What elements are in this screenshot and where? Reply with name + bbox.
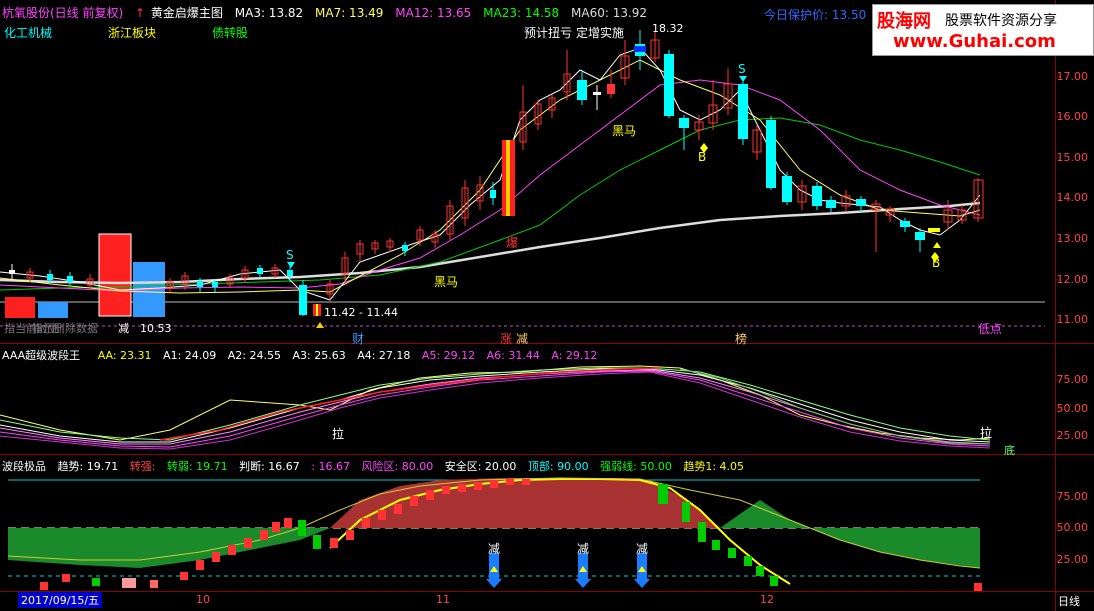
- sub-trend: 趋势: 19.71: [57, 460, 119, 473]
- sub-weak: 转弱: 19.71: [166, 460, 228, 473]
- sub-judge-2: : 16.67: [311, 460, 351, 473]
- wave-bottom: 底: [1004, 444, 1015, 457]
- wave-a2: A2: 24.55: [227, 349, 281, 362]
- ma23-label: MA23: 14.58: [483, 6, 560, 20]
- annotation-left-jian: 减: [118, 322, 129, 335]
- y-tick-12: 12.00: [1056, 273, 1089, 286]
- logo-name: 股海网: [877, 11, 931, 32]
- indicator-name[interactable]: 黄金启爆主图: [151, 6, 223, 20]
- sub-title[interactable]: 波段极品: [2, 460, 46, 473]
- wave-a6: A6: 31.44: [486, 349, 540, 362]
- annotation-placement: 定增实施: [576, 26, 625, 40]
- sub-safe: 安全区: 20.00: [444, 460, 517, 473]
- logo-tagline: 股票软件资源分享: [945, 13, 1057, 29]
- sub-judge: 判断: 16.67: [239, 460, 300, 473]
- sub-jian-3: 减: [636, 542, 649, 556]
- sub-trend1: 趋势1: 4.05: [683, 460, 745, 473]
- wave-tick-75: 75.00: [1056, 373, 1089, 386]
- sub-header: 波段极品 趋势: 19.71 转强: 转弱: 19.71 判断: 16.67 :…: [2, 458, 752, 474]
- date-cursor: 2017/09/15/五: [18, 592, 103, 608]
- y-tick-15: 15.00: [1056, 151, 1089, 164]
- wave-title[interactable]: AAA超级波段王: [2, 349, 80, 362]
- wave-header: AAA超级波段王 AA: 23.31 A1: 24.09 A2: 24.55 A…: [2, 347, 605, 363]
- sector-2: 浙江板块: [108, 26, 157, 40]
- sell-signal-1: S: [286, 248, 294, 262]
- annotation-bao: 爆: [506, 236, 519, 250]
- sub-tick-25: 25.00: [1056, 553, 1089, 566]
- annotation-low-range: 11.42 - 11.44: [324, 306, 398, 319]
- sub-risk: 风险区: 80.00: [361, 460, 434, 473]
- annotation-price-low: 10.53: [118, 300, 121, 301]
- stock-title[interactable]: 杭氧股份(日线 前复权): [2, 6, 123, 20]
- month-10: 10: [196, 593, 210, 606]
- annotation-zhang: 涨: [500, 332, 513, 346]
- y-tick-11: 11.00: [1056, 313, 1089, 326]
- wave-la-2: 拉: [980, 426, 993, 440]
- ma12-label: MA12: 13.65: [395, 6, 472, 20]
- y-tick-16: 16.00: [1056, 110, 1089, 123]
- main-header: 杭氧股份(日线 前复权) ↑ 黄金启爆主图 MA3: 13.82 MA7: 13…: [2, 4, 655, 21]
- main-chart-canvas: [0, 0, 1094, 611]
- sector-3: 债转股: [212, 26, 249, 40]
- buy-signal-2: B: [932, 256, 941, 270]
- annotation-bang: 榜: [735, 332, 748, 346]
- protect-price: 今日保护价: 13.50: [764, 8, 867, 22]
- sub-tick-50: 50.00: [1056, 521, 1089, 534]
- annotation-didian: 低点: [978, 322, 1003, 336]
- wave-a5: A5: 29.12: [421, 349, 476, 362]
- annotation-earnings: 预计扭亏: [524, 26, 573, 40]
- up-arrow-icon: ↑: [135, 6, 146, 20]
- sell-signal-2: S: [738, 62, 746, 76]
- ma3-label: MA3: 13.82: [234, 6, 304, 20]
- period-label[interactable]: 日线: [1058, 593, 1080, 609]
- month-12: 12: [760, 593, 774, 606]
- wave-tick-25: 25.00: [1056, 429, 1089, 442]
- wave-lines: [0, 365, 991, 450]
- ma7-label: MA7: 13.49: [315, 6, 384, 20]
- wave-aa: AA: 23.31: [97, 349, 152, 362]
- sub-top: 顶部: 90.00: [527, 460, 589, 473]
- sector-1: 化工机械: [4, 26, 53, 40]
- wave-la-1: 拉: [332, 427, 345, 441]
- buy-signal-1: B: [698, 150, 707, 164]
- annotation-high: 18.32: [652, 22, 684, 35]
- wave-a: A: 29.12: [551, 349, 598, 362]
- y-tick-17: 17.00: [1056, 70, 1089, 83]
- wave-a3: A3: 25.63: [292, 349, 346, 362]
- annotation-heima-2: 黑马: [434, 275, 459, 289]
- sub-strength: 强弱线: 50.00: [600, 460, 672, 473]
- sub-jian-1: 减: [488, 542, 501, 556]
- wave-a1: A1: 24.09: [163, 349, 217, 362]
- annotation-left-low: 10.53: [140, 322, 172, 335]
- sub-strong: 转强:: [129, 460, 159, 473]
- sub-jian-2: 减: [577, 542, 590, 556]
- month-11: 11: [436, 593, 450, 606]
- annotation-left-text-2: 指示删除数据: [32, 322, 98, 335]
- y-tick-14: 14.00: [1056, 191, 1089, 204]
- ma60-label: MA60: 13.92: [571, 6, 648, 20]
- wave-tick-50: 50.00: [1056, 402, 1089, 415]
- sub-tick-75: 75.00: [1056, 490, 1089, 503]
- annotation-heima-1: 黑马: [612, 124, 637, 138]
- y-tick-13: 13.00: [1056, 232, 1089, 245]
- wave-a4: A4: 27.18: [357, 349, 411, 362]
- annotation-cai: 财: [352, 332, 365, 346]
- site-logo: 股海网 股票软件资源分享 www.Guhai.com: [872, 4, 1094, 56]
- annotation-jian: 减: [516, 332, 529, 346]
- logo-url: www.Guhai.com: [893, 31, 1056, 52]
